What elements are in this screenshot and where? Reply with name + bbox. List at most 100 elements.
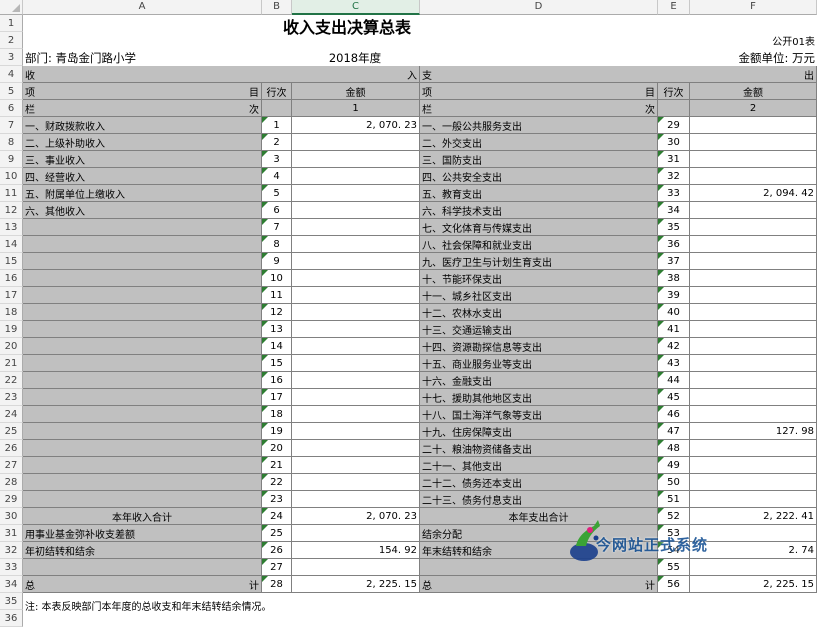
expense-item-cell[interactable]: 八、社会保障和就业支出: [420, 236, 658, 253]
expense-rowno-cell[interactable]: 44: [658, 372, 690, 389]
expense-rowno-cell[interactable]: 45: [658, 389, 690, 406]
row-header[interactable]: 18: [0, 304, 23, 321]
row-header[interactable]: 8: [0, 134, 23, 151]
row-header[interactable]: 28: [0, 474, 23, 491]
income-total-rowno[interactable]: 24: [262, 508, 292, 525]
income-rowno-cell[interactable]: 15: [262, 355, 292, 372]
income-item-cell[interactable]: [23, 304, 262, 321]
expense-amount-cell[interactable]: [690, 219, 817, 236]
income-rowno-cell[interactable]: 17: [262, 389, 292, 406]
income-amount-header[interactable]: 金额: [292, 83, 420, 100]
row-header[interactable]: 24: [0, 406, 23, 423]
expense-col-blank[interactable]: [658, 100, 690, 117]
expense-item-header[interactable]: 项目: [420, 83, 658, 100]
expense-amount-cell[interactable]: [690, 440, 817, 457]
row-header[interactable]: 36: [0, 610, 23, 627]
income-amount-cell[interactable]: [292, 151, 420, 168]
income-item-cell[interactable]: [23, 355, 262, 372]
expense-amount-cell[interactable]: 2, 094. 42: [690, 185, 817, 202]
row-header[interactable]: 25: [0, 423, 23, 440]
row-header[interactable]: 2: [0, 32, 23, 49]
expense-rowno-cell[interactable]: 33: [658, 185, 690, 202]
income-item-cell[interactable]: [23, 389, 262, 406]
expense-rowno-header[interactable]: 行次: [658, 83, 690, 100]
row-header[interactable]: 9: [0, 151, 23, 168]
row-header[interactable]: 17: [0, 287, 23, 304]
income-rowno-cell[interactable]: 5: [262, 185, 292, 202]
expense-col-header[interactable]: 栏次: [420, 100, 658, 117]
income-item-cell[interactable]: [23, 338, 262, 355]
column-header-f[interactable]: F: [690, 0, 817, 15]
income-total-rowno[interactable]: 25: [262, 525, 292, 542]
expense-amount-cell[interactable]: [690, 236, 817, 253]
expense-rowno-cell[interactable]: 31: [658, 151, 690, 168]
expense-item-cell[interactable]: 六、科学技术支出: [420, 202, 658, 219]
expense-item-cell[interactable]: 一、一般公共服务支出: [420, 117, 658, 134]
expense-amount-cell[interactable]: [690, 202, 817, 219]
income-rowno-cell[interactable]: 23: [262, 491, 292, 508]
expense-amount-cell[interactable]: [690, 321, 817, 338]
income-item-cell[interactable]: 三、事业收入: [23, 151, 262, 168]
expense-item-cell[interactable]: 七、文化体育与传媒支出: [420, 219, 658, 236]
income-amount-cell[interactable]: [292, 185, 420, 202]
income-amount-cell[interactable]: [292, 474, 420, 491]
income-amount-cell[interactable]: [292, 491, 420, 508]
expense-rowno-cell[interactable]: 42: [658, 338, 690, 355]
expense-rowno-cell[interactable]: 46: [658, 406, 690, 423]
income-total-label[interactable]: [23, 559, 262, 576]
income-rowno-cell[interactable]: 7: [262, 219, 292, 236]
income-item-cell[interactable]: [23, 270, 262, 287]
income-amount-cell[interactable]: [292, 355, 420, 372]
expense-rowno-cell[interactable]: 49: [658, 457, 690, 474]
expense-rowno-cell[interactable]: 29: [658, 117, 690, 134]
column-header-d[interactable]: D: [420, 0, 658, 15]
income-item-cell[interactable]: [23, 253, 262, 270]
expense-rowno-cell[interactable]: 41: [658, 321, 690, 338]
expense-grand-total-amount[interactable]: 2, 225. 15: [690, 576, 817, 593]
row-header[interactable]: 15: [0, 253, 23, 270]
expense-item-cell[interactable]: 十五、商业服务业等支出: [420, 355, 658, 372]
income-rowno-cell[interactable]: 14: [262, 338, 292, 355]
expense-item-cell[interactable]: 十、节能环保支出: [420, 270, 658, 287]
income-item-cell[interactable]: [23, 321, 262, 338]
income-total-rowno[interactable]: 26: [262, 542, 292, 559]
column-header-e[interactable]: E: [658, 0, 690, 15]
row-header[interactable]: 6: [0, 100, 23, 117]
income-rowno-cell[interactable]: 1: [262, 117, 292, 134]
row-header[interactable]: 29: [0, 491, 23, 508]
income-amount-cell[interactable]: [292, 236, 420, 253]
expense-item-cell[interactable]: 二十一、其他支出: [420, 457, 658, 474]
row-header[interactable]: 19: [0, 321, 23, 338]
income-item-cell[interactable]: 四、经营收入: [23, 168, 262, 185]
expense-amount-cell[interactable]: [690, 270, 817, 287]
expense-header[interactable]: 支出: [420, 66, 817, 83]
income-amount-cell[interactable]: [292, 457, 420, 474]
income-item-cell[interactable]: [23, 457, 262, 474]
expense-rowno-cell[interactable]: 40: [658, 304, 690, 321]
row-header[interactable]: 1: [0, 15, 23, 32]
expense-item-cell[interactable]: 十九、住房保障支出: [420, 423, 658, 440]
expense-rowno-cell[interactable]: 48: [658, 440, 690, 457]
income-rowno-cell[interactable]: 12: [262, 304, 292, 321]
expense-item-cell[interactable]: 五、教育支出: [420, 185, 658, 202]
income-item-cell[interactable]: [23, 287, 262, 304]
row-header[interactable]: 3: [0, 49, 23, 66]
income-item-cell[interactable]: [23, 474, 262, 491]
income-amount-cell[interactable]: [292, 202, 420, 219]
row-header[interactable]: 20: [0, 338, 23, 355]
income-rowno-cell[interactable]: 13: [262, 321, 292, 338]
expense-amount-cell[interactable]: [690, 355, 817, 372]
income-col-blank[interactable]: [262, 100, 292, 117]
row-header[interactable]: 33: [0, 559, 23, 576]
expense-rowno-cell[interactable]: 47: [658, 423, 690, 440]
income-amount-cell[interactable]: [292, 253, 420, 270]
income-item-cell[interactable]: [23, 219, 262, 236]
income-header[interactable]: 收入: [23, 66, 420, 83]
income-item-cell[interactable]: [23, 372, 262, 389]
row-header[interactable]: 7: [0, 117, 23, 134]
expense-item-cell[interactable]: 十八、国土海洋气象等支出: [420, 406, 658, 423]
income-total-label[interactable]: 用事业基金弥补收支差额: [23, 525, 262, 542]
income-item-cell[interactable]: 六、其他收入: [23, 202, 262, 219]
row-header[interactable]: 11: [0, 185, 23, 202]
expense-amount-cell[interactable]: [690, 253, 817, 270]
